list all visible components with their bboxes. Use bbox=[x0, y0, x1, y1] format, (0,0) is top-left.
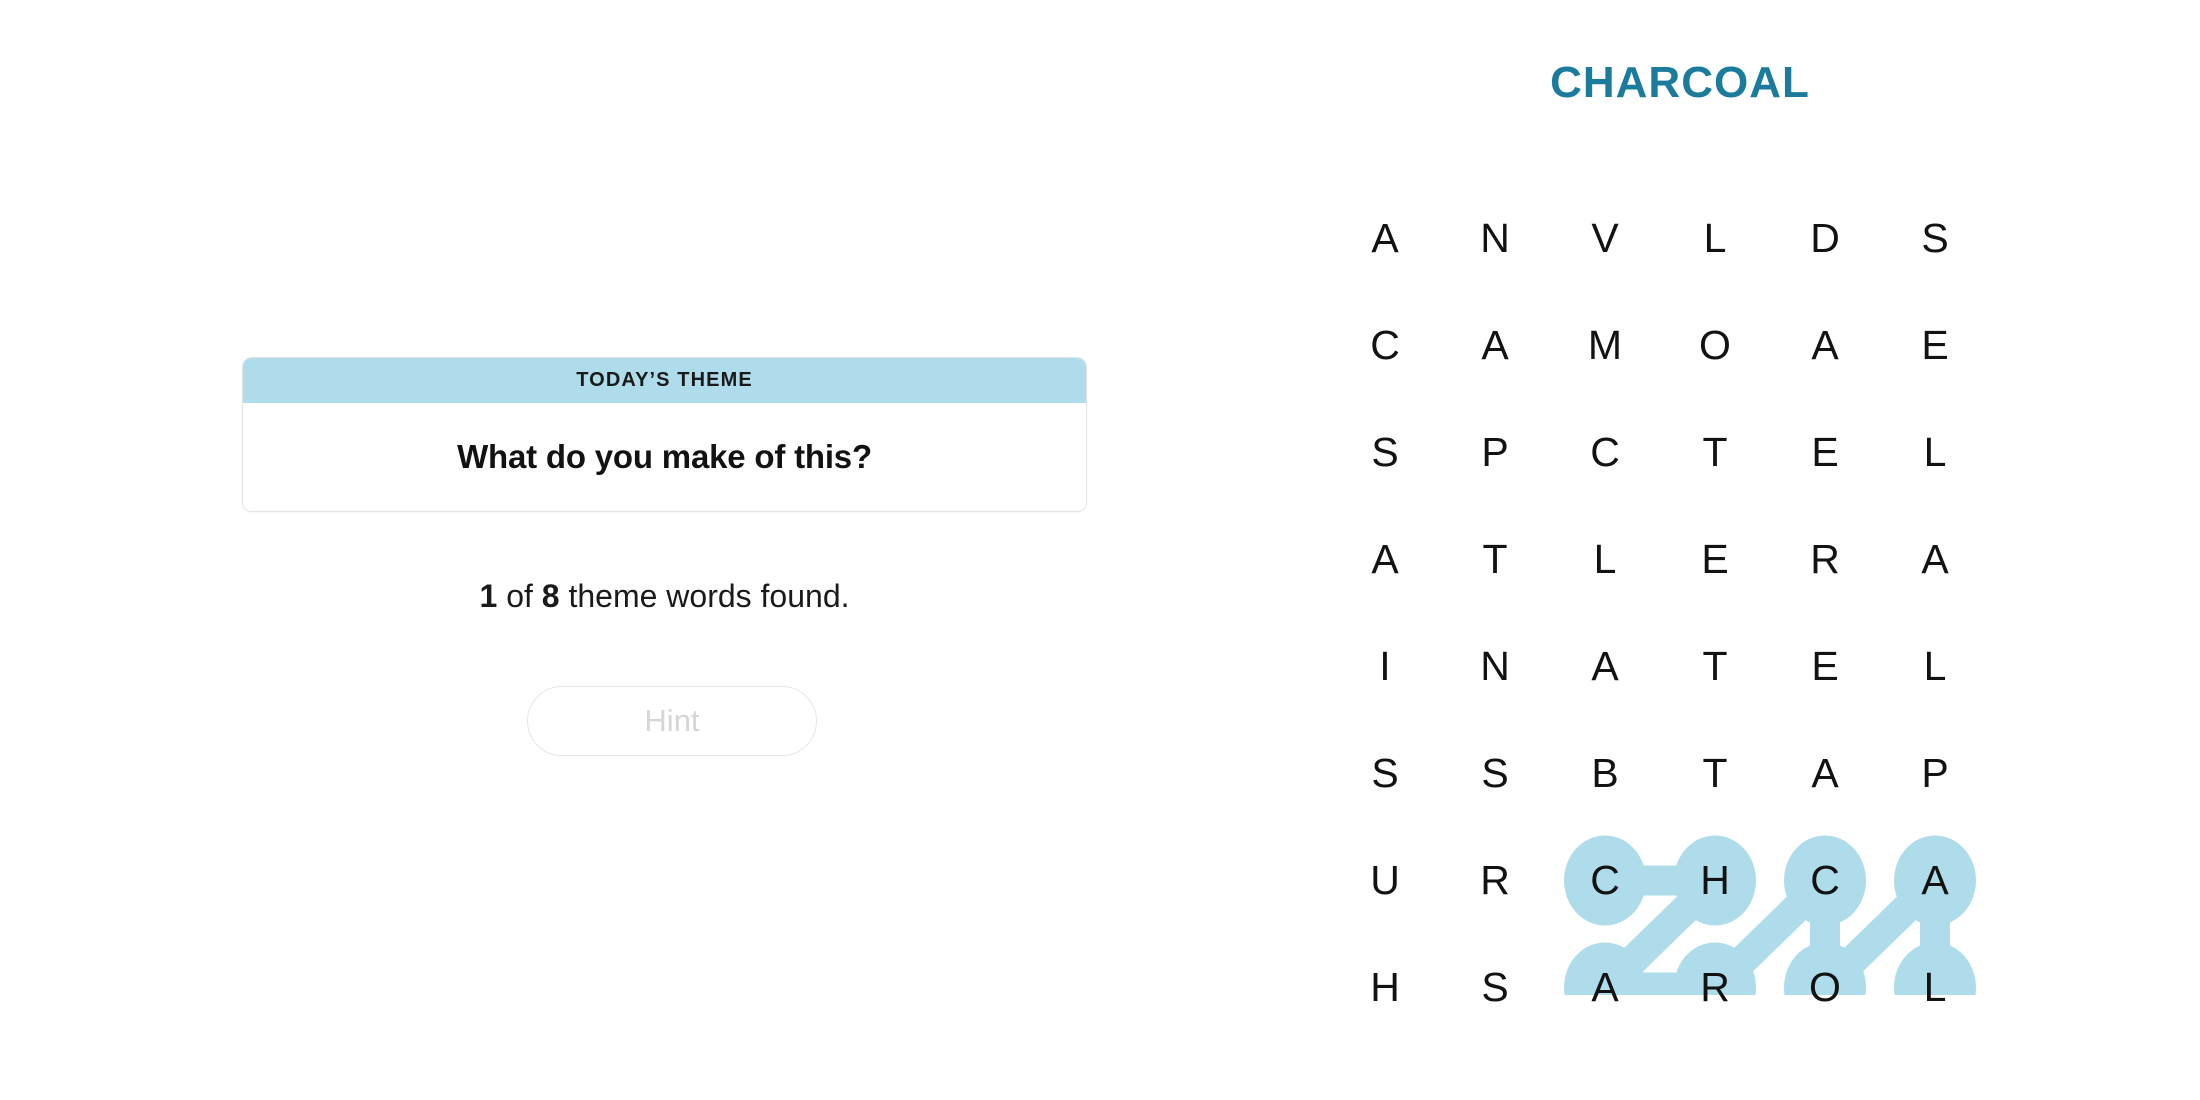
grid-cell-r6-c5[interactable]: A bbox=[1880, 827, 1990, 934]
grid-cell-r2-c3[interactable]: T bbox=[1660, 399, 1770, 506]
grid-cell-r2-c0[interactable]: S bbox=[1330, 399, 1440, 506]
todays-theme-card: TODAY’S THEME What do you make of this? bbox=[242, 357, 1087, 512]
grid-cell-r5-c2[interactable]: B bbox=[1550, 720, 1660, 827]
theme-words-progress: 1 of 8 theme words found. bbox=[242, 578, 1087, 615]
grid-cell-r6-c1[interactable]: R bbox=[1440, 827, 1550, 934]
grid-cell-r0-c4[interactable]: D bbox=[1770, 185, 1880, 292]
grid-cell-r7-c5[interactable]: L bbox=[1880, 934, 1990, 1041]
grid-cell-r1-c2[interactable]: M bbox=[1550, 292, 1660, 399]
grid-cell-r5-c3[interactable]: T bbox=[1660, 720, 1770, 827]
grid-cell-r1-c0[interactable]: C bbox=[1330, 292, 1440, 399]
grid-cell-r0-c2[interactable]: V bbox=[1550, 185, 1660, 292]
grid-cell-r3-c2[interactable]: L bbox=[1550, 506, 1660, 613]
grid-cell-r4-c1[interactable]: N bbox=[1440, 613, 1550, 720]
grid-cell-r3-c1[interactable]: T bbox=[1440, 506, 1550, 613]
grid-cell-r3-c3[interactable]: E bbox=[1660, 506, 1770, 613]
grid-cell-r2-c2[interactable]: C bbox=[1550, 399, 1660, 506]
grid-cell-r3-c5[interactable]: A bbox=[1880, 506, 1990, 613]
total-count: 8 bbox=[541, 578, 560, 614]
grid-cell-r7-c0[interactable]: H bbox=[1330, 934, 1440, 1041]
grid-cell-r1-c4[interactable]: A bbox=[1770, 292, 1880, 399]
grid-cell-r5-c0[interactable]: S bbox=[1330, 720, 1440, 827]
grid-cell-r3-c4[interactable]: R bbox=[1770, 506, 1880, 613]
grid-cell-r5-c5[interactable]: P bbox=[1880, 720, 1990, 827]
grid-cell-r6-c4[interactable]: C bbox=[1770, 827, 1880, 934]
grid-cell-r2-c4[interactable]: E bbox=[1770, 399, 1880, 506]
theme-question-text: What do you make of this? bbox=[457, 438, 872, 475]
grid-cell-r6-c0[interactable]: U bbox=[1330, 827, 1440, 934]
grid-cell-r4-c4[interactable]: E bbox=[1770, 613, 1880, 720]
grid-cell-r6-c2[interactable]: C bbox=[1550, 827, 1660, 934]
progress-connector: of bbox=[497, 578, 542, 614]
theme-card-body: What do you make of this? bbox=[243, 403, 1086, 511]
grid-cell-r5-c4[interactable]: A bbox=[1770, 720, 1880, 827]
word-search-grid-wrapper: ANVLDSCAMOAESPCTELATLERAINATELSSBTAPURCH… bbox=[1330, 185, 1990, 1010]
grid-cell-r4-c0[interactable]: I bbox=[1330, 613, 1440, 720]
grid-cell-r2-c5[interactable]: L bbox=[1880, 399, 1990, 506]
grid-cell-r4-c2[interactable]: A bbox=[1550, 613, 1660, 720]
grid-cell-r7-c4[interactable]: O bbox=[1770, 934, 1880, 1041]
found-count: 1 bbox=[479, 578, 498, 614]
grid-cell-r7-c2[interactable]: A bbox=[1550, 934, 1660, 1041]
puzzle-title: CHARCOAL bbox=[1550, 58, 1810, 107]
grid-cell-r0-c0[interactable]: A bbox=[1330, 185, 1440, 292]
grid-cell-r0-c3[interactable]: L bbox=[1660, 185, 1770, 292]
word-search-grid[interactable]: ANVLDSCAMOAESPCTELATLERAINATELSSBTAPURCH… bbox=[1330, 185, 1990, 1041]
grid-cell-r5-c1[interactable]: S bbox=[1440, 720, 1550, 827]
grid-cell-r4-c3[interactable]: T bbox=[1660, 613, 1770, 720]
puzzle-panel: CHARCOAL ANVLDSCAMOAESPCTELATLERAINATELS… bbox=[1330, 0, 2200, 1100]
grid-cell-r7-c3[interactable]: R bbox=[1660, 934, 1770, 1041]
hint-button[interactable]: Hint bbox=[527, 686, 817, 756]
grid-cell-r6-c3[interactable]: H bbox=[1660, 827, 1770, 934]
theme-info-panel: TODAY’S THEME What do you make of this? … bbox=[0, 0, 1330, 1100]
grid-cell-r1-c3[interactable]: O bbox=[1660, 292, 1770, 399]
grid-cell-r1-c1[interactable]: A bbox=[1440, 292, 1550, 399]
grid-cell-r0-c1[interactable]: N bbox=[1440, 185, 1550, 292]
grid-cell-r0-c5[interactable]: S bbox=[1880, 185, 1990, 292]
grid-cell-r7-c1[interactable]: S bbox=[1440, 934, 1550, 1041]
grid-cell-r4-c5[interactable]: L bbox=[1880, 613, 1990, 720]
grid-cell-r1-c5[interactable]: E bbox=[1880, 292, 1990, 399]
grid-cell-r2-c1[interactable]: P bbox=[1440, 399, 1550, 506]
theme-card-header-label: TODAY’S THEME bbox=[243, 358, 1086, 403]
progress-suffix: theme words found. bbox=[559, 578, 850, 614]
grid-cell-r3-c0[interactable]: A bbox=[1330, 506, 1440, 613]
